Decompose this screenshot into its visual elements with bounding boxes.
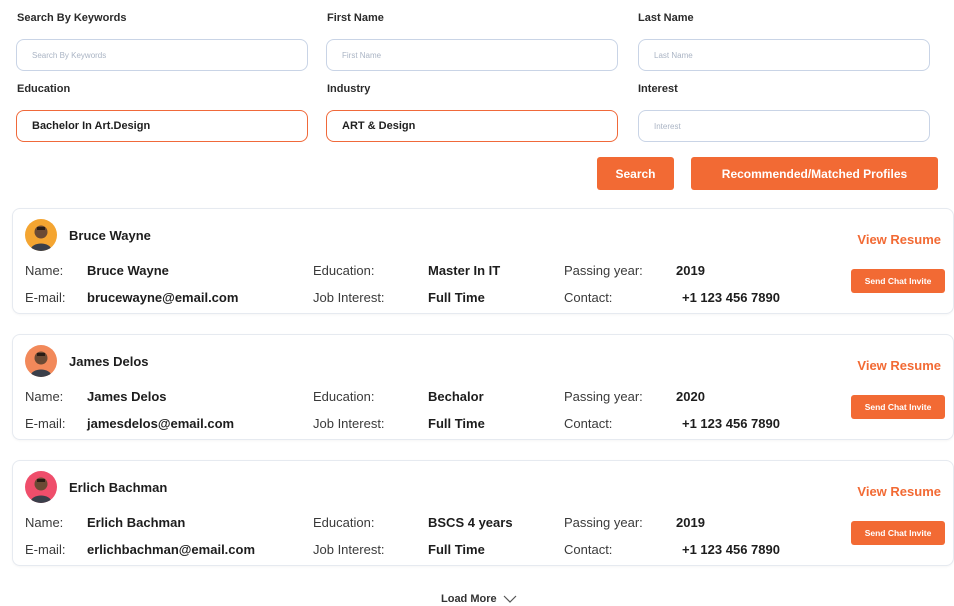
job-interest-label: Job Interest: <box>313 542 385 557</box>
name-value: James Delos <box>87 389 167 404</box>
send-chat-invite-button[interactable]: Send Chat Invite <box>851 395 945 419</box>
contact-label: Contact: <box>564 542 613 557</box>
email-value: jamesdelos@email.com <box>87 416 235 431</box>
name-value: Erlich Bachman <box>87 515 186 530</box>
job-interest-label: Job Interest: <box>313 290 385 305</box>
contact-value: +1 123 456 7890 <box>682 542 780 557</box>
send-chat-invite-button[interactable]: Send Chat Invite <box>851 521 945 545</box>
interest-input[interactable] <box>654 121 929 131</box>
last-name-input[interactable] <box>654 50 929 60</box>
passing-year-value: 2019 <box>676 515 705 530</box>
keywords-label: Search By Keywords <box>17 12 127 24</box>
chevron-down-icon <box>503 595 517 603</box>
avatar <box>25 219 57 251</box>
passing-year-label: Passing year: <box>564 389 643 404</box>
contact-label: Contact: <box>564 416 613 431</box>
education-label: Education <box>17 83 71 95</box>
keywords-input[interactable] <box>32 50 307 60</box>
profile-name: Bruce Wayne <box>69 227 151 243</box>
profile-header: Erlich Bachman <box>25 471 167 503</box>
industry-field[interactable] <box>326 110 618 142</box>
email-label: E-mail: <box>25 542 66 557</box>
email-value: erlichbachman@email.com <box>87 542 256 557</box>
last-name-label: Last Name <box>638 12 694 24</box>
name-label: Name: <box>25 389 64 404</box>
last-name-field[interactable] <box>638 39 930 71</box>
education-value: Bechalor <box>428 389 484 404</box>
industry-label: Industry <box>327 83 371 95</box>
name-label: Name: <box>25 515 64 530</box>
avatar-icon <box>25 471 57 503</box>
profile-card: Erlich Bachman View Resume Send Chat Inv… <box>12 460 954 566</box>
avatar <box>25 471 57 503</box>
load-more-label: Load More <box>441 593 497 605</box>
industry-input[interactable] <box>342 120 617 132</box>
view-resume-link[interactable]: View Resume <box>857 232 941 247</box>
avatar-icon <box>25 219 57 251</box>
view-resume-link[interactable]: View Resume <box>857 358 941 373</box>
view-resume-link[interactable]: View Resume <box>857 484 941 499</box>
passing-year-value: 2020 <box>676 389 705 404</box>
education-label: Education: <box>313 263 375 278</box>
education-value: Master In IT <box>428 263 501 278</box>
profile-name: James Delos <box>69 353 149 369</box>
keywords-field[interactable] <box>16 39 308 71</box>
profile-card: Bruce Wayne View Resume Send Chat Invite… <box>12 208 954 314</box>
email-value: brucewayne@email.com <box>87 290 239 305</box>
recommended-profiles-button[interactable]: Recommended/Matched Profiles <box>691 157 938 190</box>
passing-year-value: 2019 <box>676 263 705 278</box>
email-label: E-mail: <box>25 416 66 431</box>
name-label: Name: <box>25 263 64 278</box>
avatar-icon <box>25 345 57 377</box>
contact-label: Contact: <box>564 290 613 305</box>
first-name-input[interactable] <box>342 50 617 60</box>
job-interest-value: Full Time <box>428 416 485 431</box>
interest-label: Interest <box>638 83 678 95</box>
passing-year-label: Passing year: <box>564 515 643 530</box>
profile-card: James Delos View Resume Send Chat Invite… <box>12 334 954 440</box>
profile-header: James Delos <box>25 345 149 377</box>
send-chat-invite-button[interactable]: Send Chat Invite <box>851 269 945 293</box>
job-interest-value: Full Time <box>428 290 485 305</box>
contact-value: +1 123 456 7890 <box>682 416 780 431</box>
first-name-field[interactable] <box>326 39 618 71</box>
job-interest-value: Full Time <box>428 542 485 557</box>
contact-value: +1 123 456 7890 <box>682 290 780 305</box>
email-label: E-mail: <box>25 290 66 305</box>
search-button[interactable]: Search <box>597 157 674 190</box>
education-value: BSCS 4 years <box>428 515 513 530</box>
education-label: Education: <box>313 515 375 530</box>
profile-header: Bruce Wayne <box>25 219 151 251</box>
first-name-label: First Name <box>327 12 384 24</box>
education-input[interactable] <box>32 120 307 132</box>
passing-year-label: Passing year: <box>564 263 643 278</box>
profile-name: Erlich Bachman <box>69 479 168 495</box>
interest-field[interactable] <box>638 110 930 142</box>
load-more-button[interactable]: Load More <box>441 593 517 605</box>
name-value: Bruce Wayne <box>87 263 169 278</box>
education-field[interactable] <box>16 110 308 142</box>
job-interest-label: Job Interest: <box>313 416 385 431</box>
avatar <box>25 345 57 377</box>
education-label: Education: <box>313 389 375 404</box>
